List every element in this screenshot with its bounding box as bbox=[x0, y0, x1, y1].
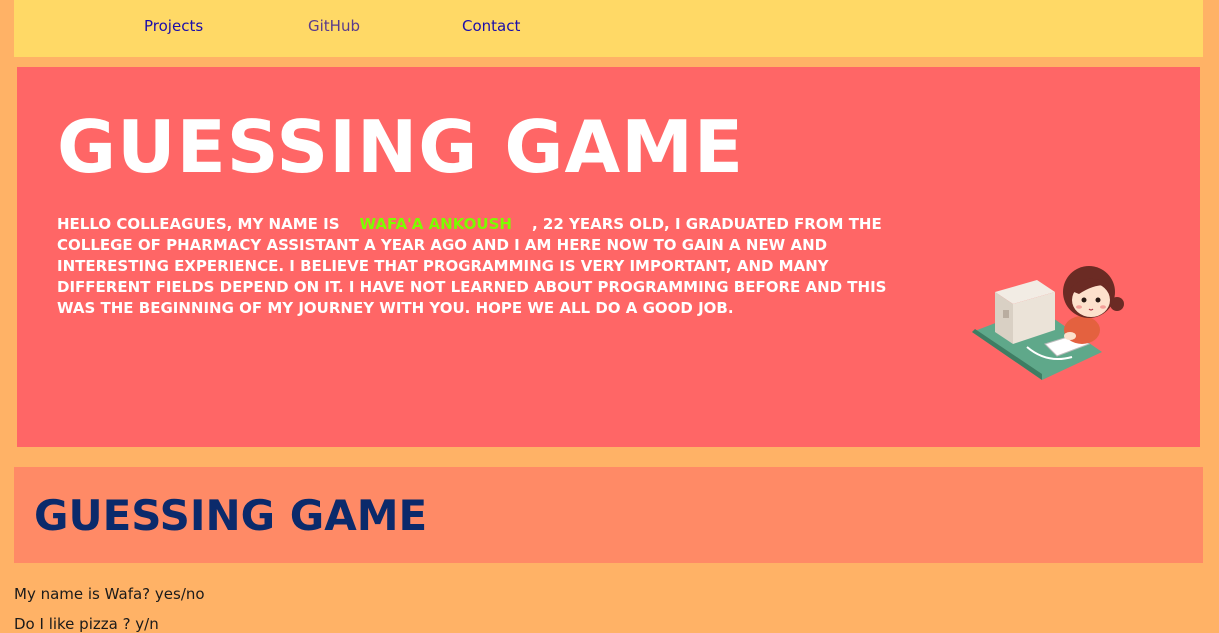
nav-link-contact[interactable]: Contact bbox=[462, 17, 520, 35]
top-nav: Projects GitHub Contact bbox=[14, 0, 1203, 57]
question-2: Do I like pizza ? y/n bbox=[14, 615, 159, 633]
girl-at-computer-illustration bbox=[967, 252, 1137, 382]
section-title: GUESSING GAME bbox=[34, 491, 428, 540]
intro-text-before: Hello colleagues, my name is bbox=[57, 215, 340, 233]
hero-intro: Hello colleagues, my name is Wafa'a Ankou… bbox=[57, 214, 917, 319]
nav-link-github[interactable]: GitHub bbox=[308, 17, 360, 35]
hero-section: GUESSING GAME Hello colleagues, my name … bbox=[17, 67, 1200, 447]
question-1: My name is Wafa? yes/no bbox=[14, 585, 205, 603]
author-name: Wafa'a Ankoush bbox=[359, 215, 512, 233]
hero-title: GUESSING GAME bbox=[57, 105, 745, 189]
guessing-game-section: GUESSING GAME bbox=[14, 467, 1203, 563]
nav-link-projects[interactable]: Projects bbox=[144, 17, 203, 35]
